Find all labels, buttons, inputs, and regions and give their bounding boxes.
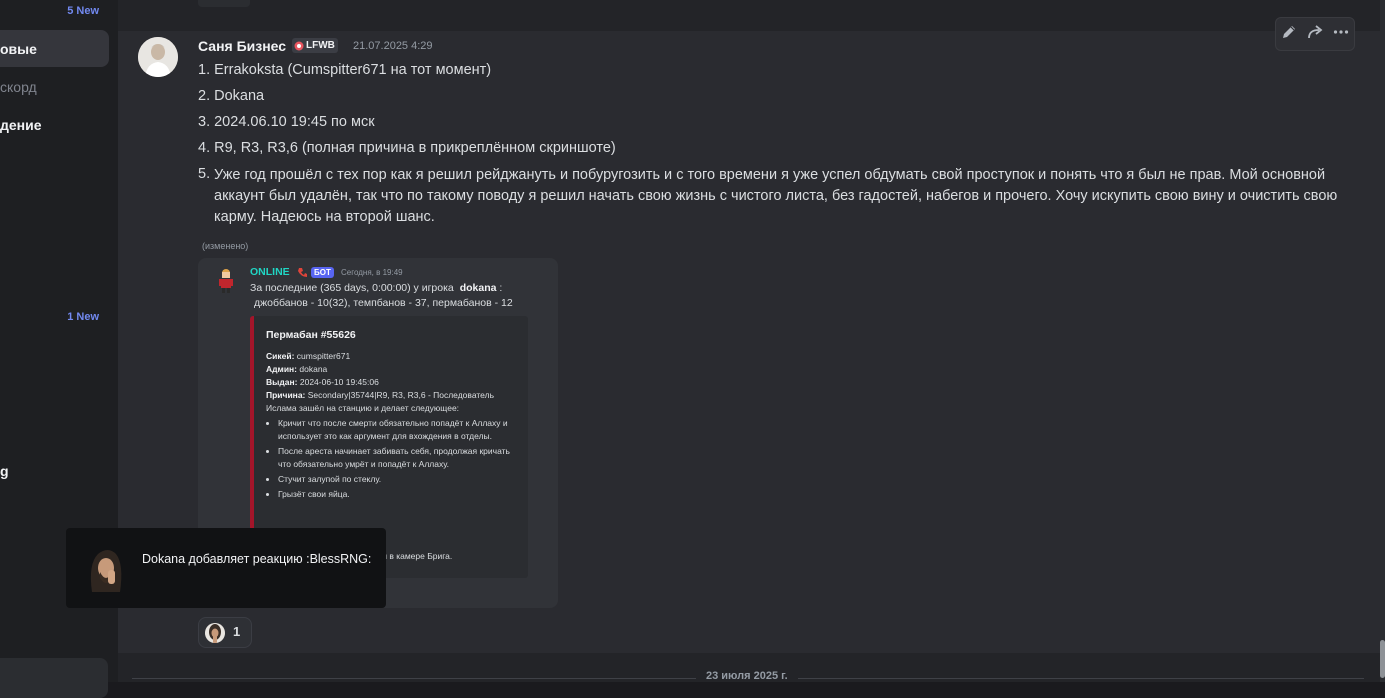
bot-name: ONLINE: [250, 266, 290, 278]
field-label: Выдан:: [266, 377, 298, 387]
previous-message-fragment: [198, 0, 250, 7]
reaction-count: 1: [233, 624, 241, 639]
message-timestamp[interactable]: 21.07.2025 4:29: [353, 40, 433, 52]
message-toolbar: [1275, 17, 1355, 51]
reason-bullet: Стучит залупой по стеклу.: [278, 473, 516, 486]
edited-label: (изменено): [202, 241, 249, 251]
field-label: Сикей:: [266, 351, 295, 361]
server-tag[interactable]: LFWB: [292, 38, 338, 53]
reason-bullet: После ареста начинает забивать себя, про…: [278, 445, 516, 471]
sidebar-item-announcement[interactable]: дение: [0, 117, 42, 133]
field-value: dokana: [299, 364, 328, 374]
user-panel[interactable]: [0, 658, 108, 698]
message-line-number: 5.: [198, 166, 211, 182]
bot-summary-line: За последние (365 days, 0:00:00) у игрок…: [250, 282, 502, 294]
field-value: cumspitter671: [296, 351, 351, 361]
ban-card-title: Пермабан #55626: [266, 329, 356, 341]
author-name[interactable]: Саня Бизнес: [198, 38, 286, 54]
phone-icon: [298, 268, 307, 277]
pencil-icon[interactable]: [1280, 23, 1298, 46]
more-icon[interactable]: [1332, 23, 1350, 46]
message-paragraph: Уже год прошёл с тех пор как я решил рей…: [214, 167, 1338, 225]
reaction-notification[interactable]: Dokana добавляет реакцию :BlessRNG:: [66, 528, 386, 608]
blessrng-emoji-icon: [205, 623, 225, 643]
tag-icon: [294, 41, 304, 50]
reason-tail: ым в камере Брига.: [375, 551, 453, 561]
sidebar-item-g[interactable]: g: [0, 463, 9, 479]
forward-icon[interactable]: [1306, 23, 1324, 46]
reason-bullet: Кричит что после смерти обязательно попа…: [278, 417, 516, 443]
server-tag-label: LFWB: [306, 40, 335, 51]
sidebar-item-news[interactable]: овые: [0, 41, 37, 57]
bot-avatar-icon: [219, 269, 233, 293]
new-messages-badge[interactable]: 5 New: [67, 5, 99, 17]
message-line: 1. Errakoksta (Cumspitter671 на тот моме…: [198, 62, 492, 78]
scrollbar[interactable]: [1380, 0, 1385, 682]
scrollbar-thumb[interactable]: [1380, 640, 1385, 678]
bot-timestamp: Сегодня, в 19:49: [341, 268, 403, 277]
message-line: 4. R9, R3, R3,6 (полная причина в прикре…: [198, 140, 616, 156]
summary-player: dokana: [459, 282, 497, 294]
field-label: Админ:: [266, 364, 298, 374]
bot-summary-counts: джоббанов - 10(32), темпбанов - 37, перм…: [254, 297, 513, 309]
author-avatar[interactable]: [138, 37, 178, 77]
sidebar-item-discord[interactable]: скорд: [0, 79, 37, 95]
new-messages-badge[interactable]: 1 New: [67, 311, 99, 323]
reason-bullet: Грызёт свои яйца.: [278, 488, 516, 501]
summary-text: За последние (365 days, 0:00:00) у игрок…: [250, 282, 454, 294]
notification-text: Dokana добавляет реакцию :BlessRNG:: [142, 552, 372, 566]
message-line: 3. 2024.06.10 19:45 по мск: [198, 114, 375, 130]
summary-colon: :: [499, 282, 503, 294]
reaction-pill[interactable]: 1: [198, 617, 252, 648]
bot-badge: БОТ: [311, 267, 334, 278]
date-divider-label: 23 июля 2025 г.: [696, 670, 798, 682]
ban-card-body: Сикей: cumspitter671 Админ: dokana Выдан…: [266, 350, 516, 503]
message-line: 2. Dokana: [198, 88, 265, 104]
field-label: Причина:: [266, 390, 306, 400]
dokana-avatar-icon: [82, 544, 130, 592]
field-value: 2024-06-10 19:45:06: [299, 377, 379, 387]
